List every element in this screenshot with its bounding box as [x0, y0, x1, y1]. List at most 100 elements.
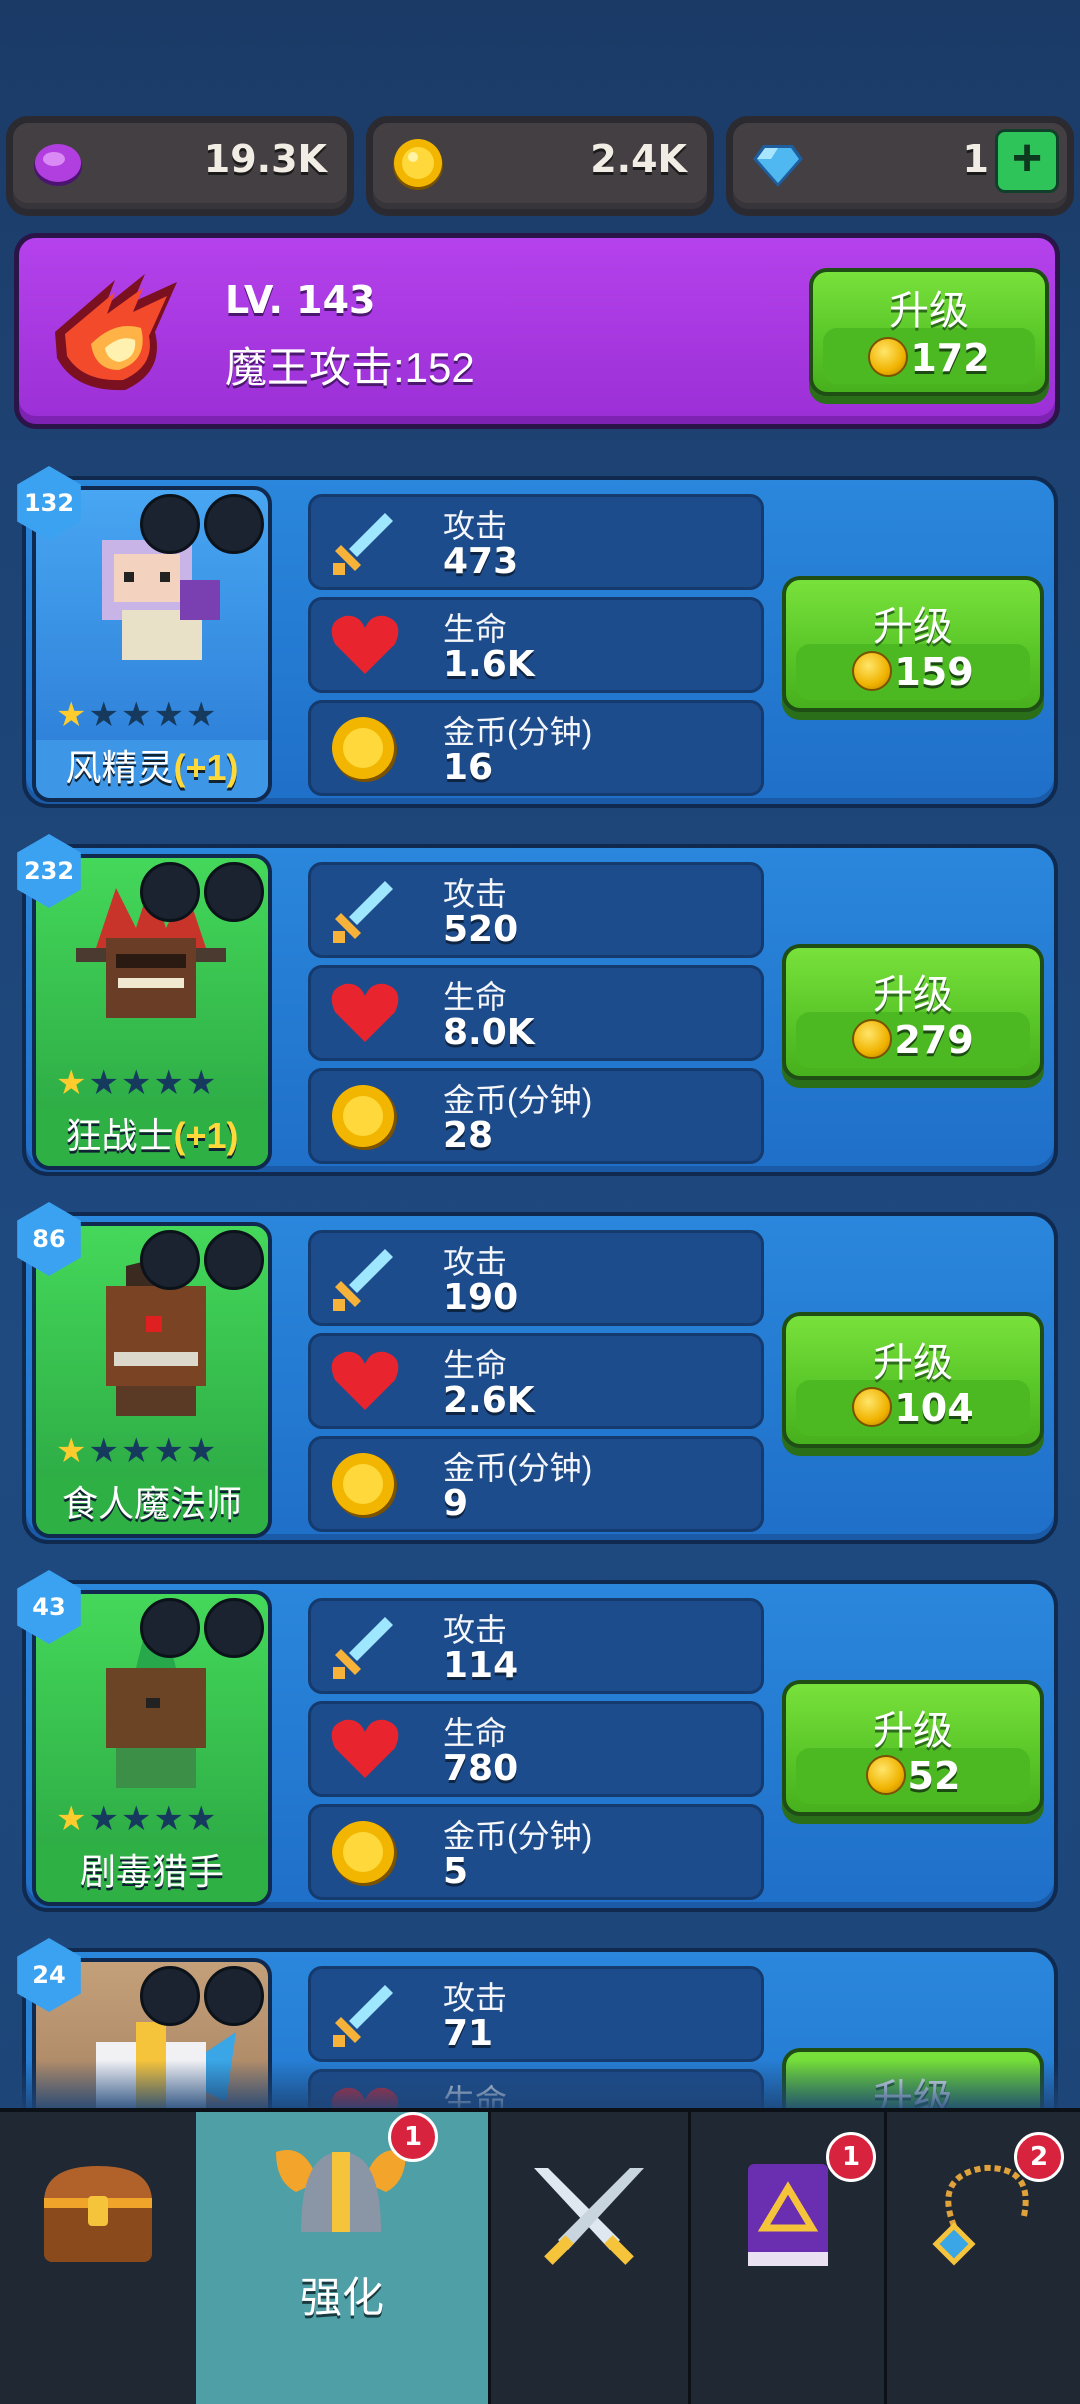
class-icon — [204, 1230, 264, 1290]
class-icon — [140, 1598, 200, 1658]
star-icon: ★ — [88, 1800, 119, 1838]
notification-badge: 2 — [1014, 2132, 1064, 2182]
attack-stat: 攻击 71 — [308, 1966, 764, 2062]
boss-upgrade-button[interactable]: 升级 172 — [809, 268, 1049, 396]
sword-icon — [333, 1249, 393, 1311]
crossed-swords-icon — [534, 2168, 644, 2265]
diamond-amount: 1 — [962, 137, 989, 181]
star-icon: ★ — [120, 1064, 152, 1102]
boss-upgrade-banner: LV. 143 魔王攻击:152 升级 172 — [14, 233, 1060, 429]
hero-level-badge: 43 — [17, 1570, 81, 1644]
plus-icon: + — [1011, 129, 1043, 187]
attack-value: 71 — [443, 2013, 494, 2054]
attack-value: 190 — [443, 1277, 519, 1318]
attack-stat: 攻击 473 — [308, 494, 764, 590]
bow-icon — [204, 1598, 264, 1658]
coin-icon — [393, 139, 443, 190]
purple-gem-counter: 19.3K — [6, 116, 354, 216]
upgrade-cost: 104 — [894, 1386, 974, 1430]
gold-value: 16 — [443, 747, 494, 788]
weapon-icon — [204, 494, 264, 554]
star-icon: ★ — [185, 1432, 217, 1470]
hero-stars: ★ ★ ★ ★ ★ — [56, 1434, 216, 1468]
tab-chest[interactable] — [0, 2112, 199, 2404]
coin-counter: 2.4K — [366, 116, 714, 216]
sword-icon — [333, 881, 393, 943]
hero-name: 食人魔法师 — [36, 1476, 268, 1534]
weapon-icon — [204, 862, 264, 922]
heart-icon — [331, 1351, 399, 1410]
hero-card: ★ ★ ★ ★ ★ 剧毒猎手 43 攻击 114 生命 780 金币(分钟) 5 升级 … — [17, 1570, 1058, 1912]
hero-upgrade-button[interactable]: 升级 52 — [782, 1680, 1044, 1816]
tab-spellbook[interactable]: 1 — [688, 2112, 887, 2404]
attack-stat: 攻击 520 — [308, 862, 764, 958]
hero-card: ★ ★ ★ ★ ★ 食人魔法师 86 攻击 190 生命 2.6K 金币(分钟) 9 升… — [17, 1202, 1058, 1544]
star-icon: ★ — [56, 1800, 87, 1838]
hero-name: 狂战士(+1) — [36, 1108, 268, 1166]
hero-name: 剧毒猎手 — [36, 1844, 268, 1902]
sword-icon — [204, 1966, 264, 2026]
coin-icon — [852, 1387, 893, 1427]
heart-icon — [331, 983, 399, 1042]
boss-level: LV. 143 — [225, 278, 376, 322]
weapon-icon — [140, 1230, 200, 1290]
coin-icon — [332, 1821, 397, 1886]
tab-battle[interactable] — [488, 2112, 691, 2404]
upgrade-cost: 52 — [907, 1754, 961, 1798]
hero-level-badge: 232 — [17, 834, 81, 908]
hero-card: ★ ★ ★ ★ ★ 风精灵(+1) 132 攻击 473 生命 1.6K 金币(分钟) … — [17, 466, 1058, 808]
hero-name: 风精灵(+1) — [36, 740, 268, 798]
add-diamond-button[interactable]: + — [995, 129, 1059, 193]
coin-icon — [332, 1085, 397, 1150]
coin-icon — [332, 717, 397, 782]
boss-attack: 魔王攻击:152 — [225, 344, 475, 391]
star-icon: ★ — [153, 1800, 184, 1838]
sword-icon — [333, 513, 393, 575]
coin-icon — [852, 651, 893, 691]
hero-upgrade-button[interactable]: 升级 159 — [782, 576, 1044, 712]
star-icon: ★ — [56, 1064, 87, 1102]
sword-icon — [333, 1985, 393, 2047]
gold-stat: 金币(分钟) 9 — [308, 1436, 764, 1532]
coin-amount: 2.4K — [590, 137, 687, 181]
heart-icon — [331, 615, 399, 674]
sword-icon — [333, 1617, 393, 1679]
spellbook-icon — [748, 2164, 828, 2266]
star-icon: ★ — [56, 1432, 87, 1470]
gold-value: 9 — [443, 1483, 469, 1524]
upgrade-cost: 279 — [894, 1018, 974, 1062]
tab-amulet[interactable]: 2 — [884, 2112, 1080, 2404]
class-icon — [140, 494, 200, 554]
coin-icon — [868, 337, 909, 377]
hp-value: 780 — [443, 1748, 519, 1789]
hero-level-badge: 24 — [17, 1938, 81, 2012]
hero-upgrade-button[interactable]: 升级 104 — [782, 1312, 1044, 1448]
purple-gem-icon — [34, 144, 82, 186]
hero-level-badge: 86 — [17, 1202, 81, 1276]
star-icon: ★ — [153, 696, 184, 734]
hp-stat: 生命 8.0K — [308, 965, 764, 1061]
hero-upgrade-button[interactable]: 升级 279 — [782, 944, 1044, 1080]
star-icon: ★ — [56, 696, 87, 734]
heart-icon — [331, 1719, 399, 1778]
attack-stat: 攻击 190 — [308, 1230, 764, 1326]
coin-icon — [865, 1755, 906, 1795]
star-icon: ★ — [120, 696, 152, 734]
fire-claw-icon — [55, 274, 177, 391]
hp-stat: 生命 780 — [308, 1701, 764, 1797]
gold-stat: 金币(分钟) 5 — [308, 1804, 764, 1900]
hero-stars: ★ ★ ★ ★ ★ — [56, 1066, 216, 1100]
tab-upgrade[interactable]: 强化 1 — [196, 2112, 491, 2404]
star-icon: ★ — [88, 1432, 119, 1470]
star-icon: ★ — [185, 696, 217, 734]
diamond-icon — [753, 145, 803, 187]
notification-badge: 1 — [388, 2112, 438, 2162]
star-icon: ★ — [185, 1064, 217, 1102]
gold-value: 28 — [443, 1115, 494, 1156]
hero-level-badge: 132 — [17, 466, 81, 540]
hero-card: ★ ★ ★ ★ ★ 狂战士(+1) 232 攻击 520 生命 8.0K 金币(分钟) … — [17, 834, 1058, 1176]
helmet-icon — [140, 1966, 200, 2026]
class-icon — [140, 862, 200, 922]
star-icon: ★ — [120, 1800, 152, 1838]
tab-upgrade-label: 强化 — [299, 2274, 384, 2321]
